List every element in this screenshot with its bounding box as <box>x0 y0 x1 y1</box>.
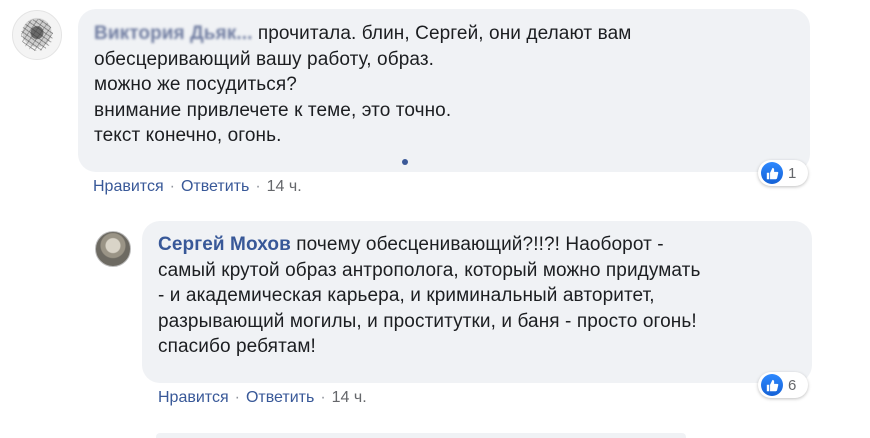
comment-text-line: текст конечно, огонь. <box>94 125 282 146</box>
comment-timestamp[interactable]: 14 ч. <box>267 178 302 195</box>
commenter-avatar[interactable] <box>12 10 62 60</box>
comment-text-line: самый крутой образ антрополога, который … <box>158 259 701 281</box>
comment-first-line: Виктория Дьяк... прочитала. блин, Сергей… <box>94 21 794 47</box>
reply-author[interactable]: Сергей Мохов <box>158 234 291 255</box>
like-link[interactable]: Нравится <box>158 389 229 406</box>
separator: · <box>320 389 326 406</box>
comment-text-line: спасибо ребятам! <box>158 336 316 357</box>
reactions-count: 6 <box>788 376 797 394</box>
next-comment-bubble-edge <box>156 433 686 438</box>
separator: · <box>169 178 175 195</box>
comment-actions: Нравится · Ответить · 14 ч. <box>158 389 367 407</box>
comment-bubble: Виктория Дьяк... прочитала. блин, Сергей… <box>78 9 810 172</box>
separator: · <box>255 178 261 195</box>
reply-link[interactable]: Ответить <box>246 389 314 406</box>
like-icon <box>761 374 783 396</box>
comment-text-line: - и академическая карьера, и криминальны… <box>158 285 655 306</box>
comment-text-line: обесцеривающий вашу работу, образ. <box>94 48 435 70</box>
comment-text-line: почему обесценивающий?!!?! Наоборот - <box>296 234 664 255</box>
comment-text-line: разрывающий могилы, и проститутки, и бан… <box>158 310 697 332</box>
reactions-count: 1 <box>788 164 797 182</box>
comment-text-line: можно же посудиться? <box>94 74 297 95</box>
reply-link[interactable]: Ответить <box>181 178 249 195</box>
reply-author-avatar[interactable] <box>95 231 131 267</box>
text-cursor-dot <box>402 159 408 165</box>
comment-text-line: внимание привлечете к теме, это точно. <box>94 99 452 121</box>
avatar-image <box>21 19 53 51</box>
like-icon <box>761 162 783 184</box>
reactions-summary[interactable]: 1 <box>758 160 808 186</box>
comment-author[interactable]: Виктория Дьяк... <box>94 23 252 44</box>
comment-text-line: прочитала. блин, Сергей, они делают вам <box>257 23 632 44</box>
reactions-summary[interactable]: 6 <box>758 372 808 398</box>
separator: · <box>234 389 240 406</box>
like-link[interactable]: Нравится <box>93 178 164 195</box>
reply-bubble: Сергей Мохов почему обесценивающий?!!?! … <box>142 221 812 383</box>
comment-timestamp[interactable]: 14 ч. <box>332 389 367 406</box>
comment-actions: Нравится · Ответить · 14 ч. <box>93 178 302 196</box>
comment-first-line: Сергей Мохов почему обесценивающий?!!?! … <box>158 232 796 258</box>
